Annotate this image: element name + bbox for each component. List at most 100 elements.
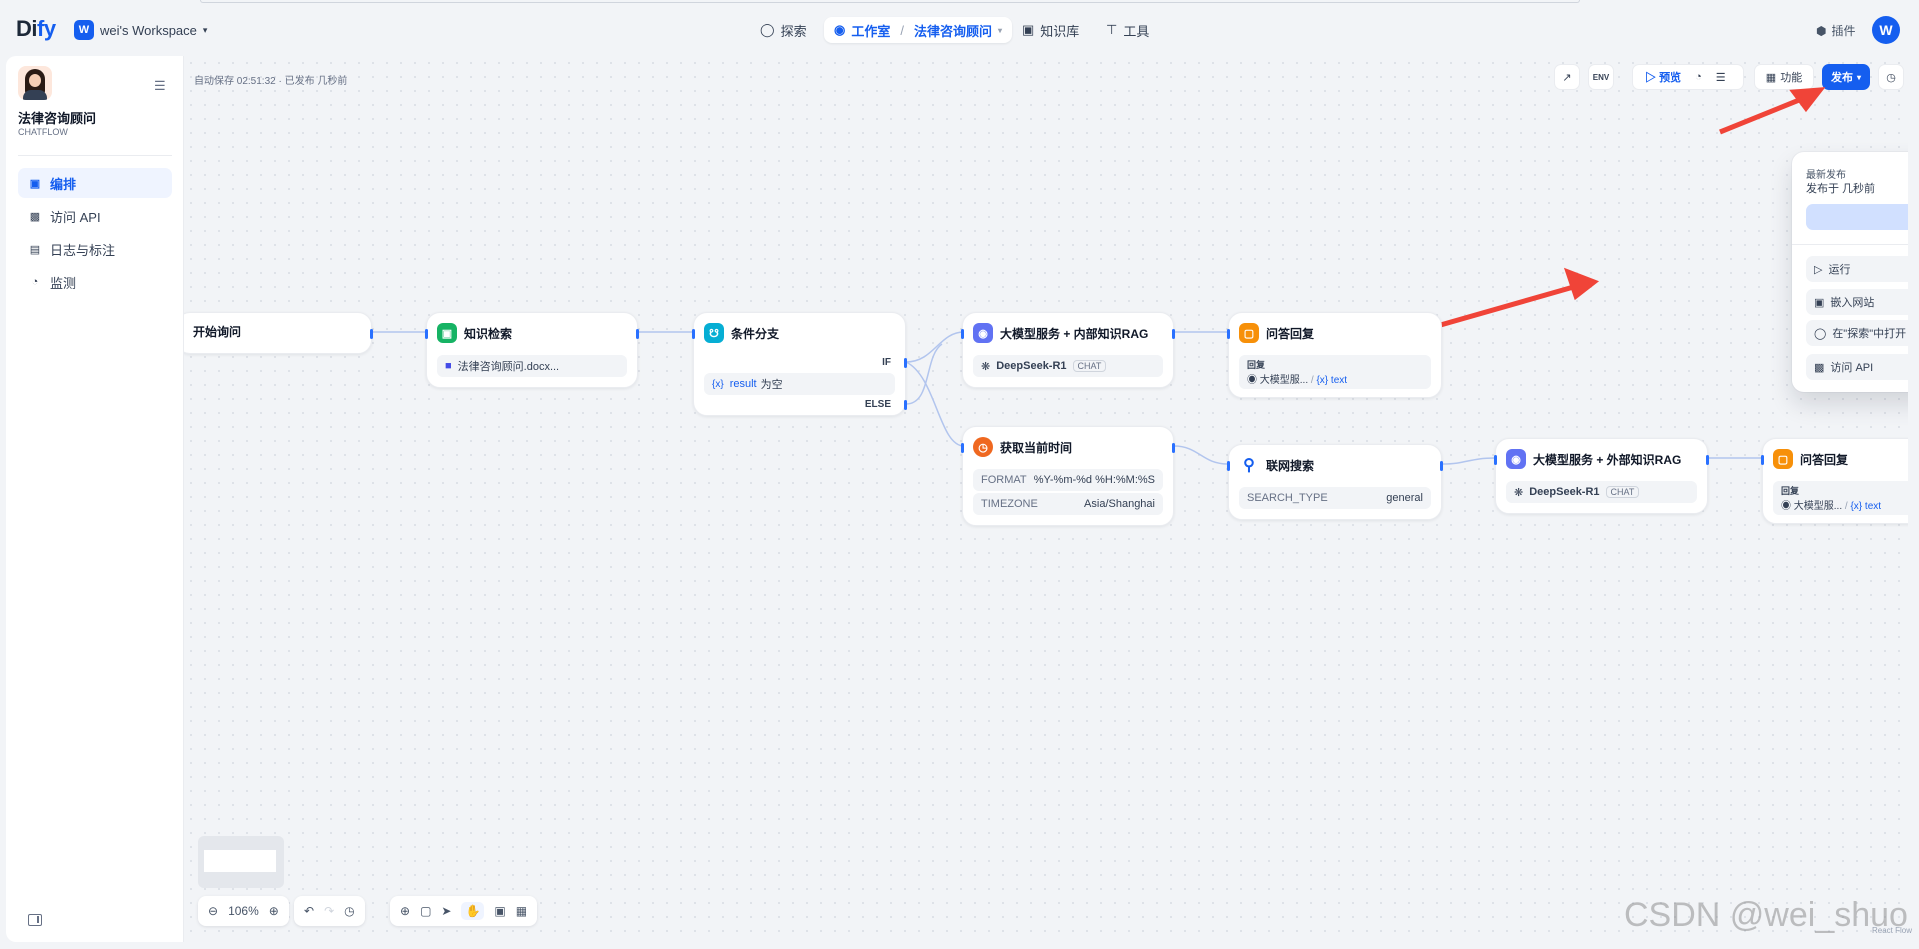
undo-icon[interactable]: ↶ [304, 904, 314, 918]
node-answer-2[interactable]: ▢ 问答回复 回复 ◉ 大模型服... / {x} text [1761, 438, 1908, 524]
workspace-badge: W [74, 20, 94, 40]
output-port[interactable] [1440, 461, 1443, 471]
path-separator: / [1310, 375, 1314, 386]
nav-explore[interactable]: ◯ 探索 [760, 17, 807, 43]
nav-studio[interactable]: ◉ 工作室 / 法律咨询顾问 ▾ [824, 17, 1013, 43]
folder-icon: ■ [445, 360, 452, 372]
pointer-icon[interactable]: ➤ [441, 904, 451, 918]
node-llm-external[interactable]: ◉ 大模型服务 + 外部知识RAG ❋ DeepSeek-R1 CHAT [1494, 438, 1709, 514]
play-circle-icon: ▷ [1814, 263, 1823, 276]
search-type-row: SEARCH_TYPE general [1239, 487, 1431, 509]
sidebar-item-logs[interactable]: ▤ 日志与标注 [18, 234, 172, 264]
edge-if-llm [905, 331, 965, 363]
sidebar-item-api[interactable]: ▩ 访问 API [18, 201, 172, 231]
app-type: CHATFLOW [18, 127, 68, 137]
else-port[interactable] [904, 400, 907, 410]
output-port[interactable] [1172, 329, 1175, 339]
menu-item-embed[interactable]: ▣ 嵌入网站 ↗ [1806, 289, 1908, 315]
minimap[interactable] [198, 836, 284, 888]
node-title: 知识检索 [464, 326, 513, 341]
nav-tools[interactable]: ⊤ 工具 [1106, 17, 1149, 43]
input-port[interactable] [1227, 329, 1230, 339]
plugins-button[interactable]: ⬢ 插件 [1816, 22, 1856, 39]
redo-icon[interactable]: ↷ [324, 904, 334, 918]
sidebar-item-label: 访问 API [50, 209, 101, 225]
else-label: ELSE [864, 399, 891, 410]
note-icon[interactable]: ▢ [420, 904, 431, 918]
book-icon: ▣ [1022, 22, 1035, 37]
node-start[interactable]: 开始询问 [184, 312, 373, 354]
node-current-time[interactable]: ◷ 获取当前时间 FORMAT %Y-%m-%d %H:%M:%S TIMEZO… [961, 426, 1175, 526]
menu-item-label: 在"探索"中打开 [1832, 328, 1907, 340]
publish-dropdown: 最新发布 发布于 几秒前 已发布 ▷ 运行 ↗ ▣ 嵌入网站 ↗ ◯ 在"探索"… [1792, 152, 1908, 392]
node-web-search[interactable]: ⚲ 联网搜索 SEARCH_TYPE general [1227, 444, 1443, 520]
answer-label: 回复 [1781, 486, 1800, 496]
if-label: IF [882, 357, 891, 368]
model-mode-tag: CHAT [1072, 360, 1107, 372]
menu-item-open-explore[interactable]: ◯ 在"探索"中打开 ↗ [1806, 320, 1908, 346]
output-port[interactable] [370, 329, 373, 339]
input-port[interactable] [1761, 455, 1764, 465]
time-format-row: FORMAT %Y-%m-%d %H:%M:%S [973, 469, 1163, 491]
output-port[interactable] [1172, 443, 1175, 453]
menu-divider [1792, 244, 1908, 245]
input-port[interactable] [425, 329, 428, 339]
collapse-sidebar-icon[interactable] [28, 914, 42, 926]
sidebar-item-label: 日志与标注 [50, 242, 116, 258]
settings-icon[interactable]: ☰ [154, 78, 166, 94]
zoom-out-icon[interactable]: ⊖ [208, 904, 218, 918]
output-port[interactable] [636, 329, 639, 339]
arrow-to-publish-head [1789, 87, 1826, 113]
sidebar-item-monitor[interactable]: ◔ 监测 [18, 267, 172, 297]
menu-item-api[interactable]: ▩ 访问 API ↗ [1806, 354, 1908, 380]
branch-icon: ☋ [704, 323, 724, 343]
embed-icon: ▣ [1814, 296, 1825, 309]
edge-search-llm2 [1441, 457, 1496, 465]
model-mode-tag: CHAT [1605, 486, 1640, 498]
param-value: general [1386, 492, 1423, 504]
input-port[interactable] [692, 329, 695, 339]
node-llm-internal[interactable]: ◉ 大模型服务 + 内部知识RAG ❋ DeepSeek-R1 CHAT [961, 312, 1175, 388]
param-key: SEARCH_TYPE [1247, 492, 1328, 504]
condition-variable: result [729, 378, 757, 390]
model-row: ❋ DeepSeek-R1 CHAT [1506, 481, 1697, 503]
input-port[interactable] [1494, 455, 1497, 465]
node-condition[interactable]: ☋ 条件分支 IF {x} result 为空 ELSE [692, 312, 907, 416]
app-avatar [18, 66, 52, 100]
zoom-in-icon[interactable]: ⊕ [269, 904, 279, 918]
answer-row: 回复 ◉ 大模型服... / {x} text [1239, 355, 1431, 389]
nav-current-app[interactable]: 法律咨询顾问 [914, 21, 992, 40]
path-separator: / [1844, 501, 1848, 512]
chevron-down-icon: ▾ [202, 24, 208, 35]
layout-icon[interactable]: ▦ [516, 904, 527, 918]
answer-row: 回复 ◉ 大模型服... / {x} text [1773, 481, 1908, 515]
if-port[interactable] [904, 358, 907, 368]
hand-icon[interactable]: ✋ [461, 902, 485, 920]
sidebar-item-orchestrate[interactable]: ▣ 编排 [18, 168, 172, 198]
user-avatar[interactable]: W [1872, 16, 1900, 44]
input-port[interactable] [961, 329, 964, 339]
node-answer-1[interactable]: ▢ 问答回复 回复 ◉ 大模型服... / {x} text [1227, 312, 1442, 398]
add-node-icon[interactable]: ⊕ [400, 904, 410, 918]
workspace-switcher[interactable]: W wei's Workspace ▾ [74, 20, 207, 40]
menu-item-run[interactable]: ▷ 运行 ↗ [1806, 256, 1908, 282]
answer-source: 大模型服... [1793, 501, 1843, 512]
input-port[interactable] [1227, 461, 1230, 471]
dify-logo[interactable]: Dify [16, 16, 56, 42]
input-port[interactable] [961, 443, 964, 453]
answer-label: 回复 [1247, 360, 1266, 370]
zoom-level[interactable]: 106% [228, 904, 259, 918]
workflow-canvas[interactable]: 自动保存 02:51:32 · 已发布 几秒前 ↗ ENV ▷ 预览 ◔ ☰ ▦… [184, 56, 1908, 942]
llm-ref-icon: ◉ [1781, 501, 1791, 512]
output-port[interactable] [1706, 455, 1709, 465]
history-icon[interactable]: ◷ [344, 904, 354, 918]
answer-source: 大模型服... [1259, 375, 1309, 386]
node-title: 大模型服务 + 内部知识RAG [1000, 326, 1149, 341]
answer-ref: ◉ 大模型服... / {x} text [1247, 371, 1347, 386]
export-image-icon[interactable]: ▣ [494, 904, 505, 918]
published-button[interactable]: 已发布 [1806, 204, 1908, 230]
logo-accent: fy [37, 16, 56, 41]
nav-knowledge[interactable]: ▣ 知识库 [1022, 17, 1079, 43]
nav-studio-label: 工作室 [851, 23, 891, 39]
node-knowledge-retrieval[interactable]: ▣ 知识检索 ■ 法律咨询顾问.docx... [425, 312, 639, 388]
